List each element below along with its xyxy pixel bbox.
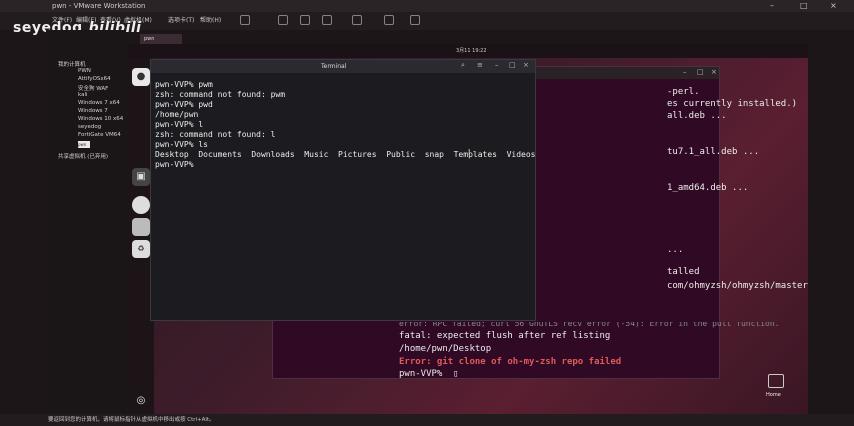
library-group-my-computer[interactable]: 我的计算机 <box>58 60 86 68</box>
home-folder-label: Home <box>766 392 781 398</box>
terminal-output-line: ... <box>667 245 684 255</box>
tab-pwn[interactable]: pwn <box>140 34 182 44</box>
terminal-output-line: 1_amd64.deb ... <box>667 183 749 193</box>
menu-help[interactable]: 帮助(H) <box>200 12 221 30</box>
terminal-prompt[interactable]: pwn-VVP% <box>155 160 194 169</box>
firefox-icon[interactable]: ● <box>132 68 150 86</box>
show-apps-icon[interactable]: ◎ <box>132 392 150 410</box>
terminal-error-line: Error: git clone of oh-my-zsh repo faile… <box>399 357 622 367</box>
maximize-icon[interactable]: □ <box>697 68 704 76</box>
library-item-pwn[interactable]: PWN <box>78 68 91 74</box>
terminal-output-line: fatal: expected flush after ref listing <box>399 331 611 341</box>
library-item-pwn-selected[interactable]: pwn <box>78 141 90 148</box>
disc-icon[interactable] <box>132 196 150 214</box>
terminal-output-line: /home/pwn/Desktop <box>399 344 492 354</box>
terminal-output-line: tu7.1_all.deb ... <box>667 147 760 157</box>
terminal-line: Desktop Documents Downloads Music Pictur… <box>155 150 536 159</box>
terminal-line: pwn-VVP% l <box>155 120 204 129</box>
status-message: 要返回到您的计算机，请将鼠标指针从虚拟机中移出或按 Ctrl+Alt。 <box>48 417 215 423</box>
terminal-window-front[interactable]: Terminal ⌕ ≡ – □ × pwn-VVP% pwm zsh: com… <box>150 59 536 321</box>
minimize-icon[interactable]: – <box>495 61 499 69</box>
terminal-dock-icon[interactable]: ▣ <box>132 168 150 186</box>
vmware-titlebar: pwn - VMware Workstation – □ × <box>0 0 854 12</box>
library-item-attifyos[interactable]: AttifyOSx64 <box>78 76 111 82</box>
terminal-line: /home/pwn <box>155 110 199 119</box>
manage-snapshots-icon[interactable] <box>322 15 332 25</box>
terminal-line: pwn-VVP% ls <box>155 140 208 149</box>
unity-icon[interactable] <box>410 15 420 25</box>
terminal-output-line: all.deb ... <box>667 111 727 121</box>
maximize-button[interactable]: □ <box>800 0 808 12</box>
guest-clock[interactable]: 3月11 19:22 <box>456 44 487 58</box>
window-title: pwn - VMware Workstation <box>52 2 146 10</box>
minimize-icon[interactable]: – <box>683 68 687 76</box>
terminal-prompt[interactable]: pwn-VVP% <box>399 369 448 379</box>
library-item-safedog-waf[interactable]: 安全狗 WAF <box>78 84 108 92</box>
terminal-title: Terminal <box>321 63 347 70</box>
minimize-button[interactable]: – <box>770 0 774 12</box>
snapshot-icon[interactable] <box>278 15 288 25</box>
library-group-shared[interactable]: 共享虚拟机 (已弃用) <box>58 152 108 160</box>
full-screen-icon[interactable] <box>384 15 394 25</box>
library-panel: 我的计算机 PWN AttifyOSx64 安全狗 WAF kali Windo… <box>46 30 126 414</box>
menu-icon[interactable]: ≡ <box>477 61 483 69</box>
guest-desktop[interactable]: 3月11 19:22 ● ▣ ♻ ◎ – □ × -perl. es curre… <box>128 44 808 414</box>
terminal-cursor: ▯ <box>453 369 459 379</box>
library-item-windows10-x64[interactable]: Windows 10 x64 <box>78 116 123 122</box>
search-icon[interactable]: ⌕ <box>461 61 465 70</box>
library-item-windows7-x64[interactable]: Windows 7 x64 <box>78 100 120 106</box>
drive-icon[interactable] <box>132 218 150 236</box>
terminal-line: zsh: command not found: l <box>155 130 276 139</box>
menu-tabs[interactable]: 选项卡(T) <box>168 12 194 30</box>
terminal-line: pwn-VVP% pwd <box>155 100 213 109</box>
power-icon[interactable] <box>240 15 250 25</box>
text-cursor-icon: I <box>468 148 471 157</box>
library-item-windows7[interactable]: Windows 7 <box>78 108 108 114</box>
home-folder-icon[interactable] <box>768 374 784 388</box>
terminal-header: Terminal ⌕ ≡ – □ × <box>151 60 535 73</box>
terminal-output-line: talled <box>667 267 700 277</box>
close-icon[interactable]: × <box>523 61 529 69</box>
library-item-seyedog[interactable]: seyedog <box>78 124 101 130</box>
vmware-statusbar: 要返回到您的计算机，请将鼠标指针从虚拟机中移出或按 Ctrl+Alt。 <box>0 414 854 426</box>
guest-topbar: 3月11 19:22 <box>128 44 808 58</box>
terminal-line: pwn-VVP% pwm <box>155 80 213 89</box>
trash-icon[interactable]: ♻ <box>132 240 150 258</box>
close-icon[interactable]: × <box>711 68 717 76</box>
library-icon[interactable] <box>352 15 362 25</box>
library-item-fortigate[interactable]: FortiGate VM64 <box>78 132 121 138</box>
library-item-kali[interactable]: kali <box>78 92 88 98</box>
maximize-icon[interactable]: □ <box>509 61 516 69</box>
revert-snapshot-icon[interactable] <box>300 15 310 25</box>
terminal-output-line: com/ohmyzsh/ohmyzsh/master/tools <box>667 281 808 291</box>
terminal-line: zsh: command not found: pwm <box>155 90 286 99</box>
terminal-output-line: -perl. <box>667 87 700 97</box>
terminal-output-line: es currently installed.) <box>667 99 798 109</box>
close-button[interactable]: × <box>830 0 837 12</box>
